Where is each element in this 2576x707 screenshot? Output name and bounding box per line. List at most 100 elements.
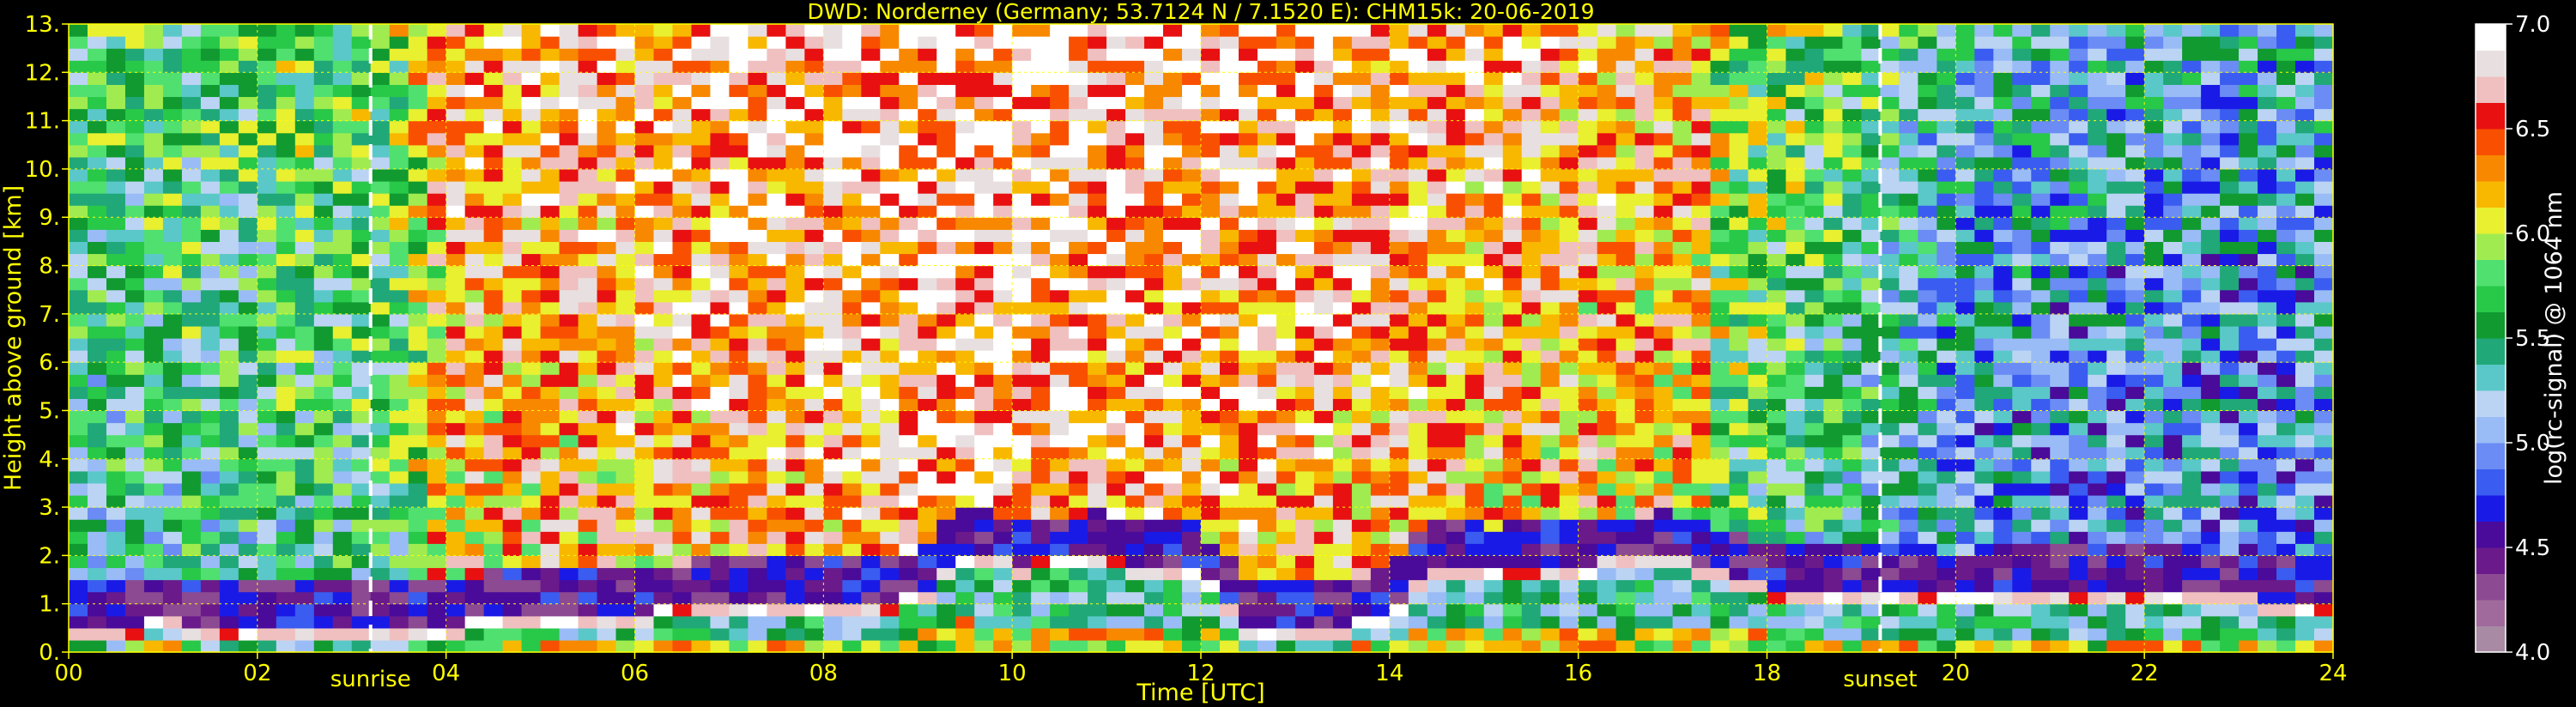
- heatmap-cell: [200, 229, 221, 242]
- heatmap-cell: [219, 277, 239, 291]
- heatmap-cell: [899, 434, 918, 448]
- heatmap-cell: [1427, 482, 1447, 496]
- heatmap-cell: [1615, 301, 1636, 315]
- heatmap-cell: [1785, 362, 1806, 375]
- heatmap-cell: [1521, 434, 1542, 448]
- heatmap-cell: [1370, 301, 1391, 315]
- heatmap-cell: [200, 289, 221, 303]
- heatmap-cell: [767, 289, 786, 303]
- heatmap-cell: [427, 446, 447, 460]
- heatmap-cell: [1050, 313, 1070, 327]
- heatmap-cell: [143, 120, 164, 134]
- heatmap-cell: [389, 470, 409, 484]
- heatmap-cell: [1238, 591, 1258, 605]
- heatmap-cell: [483, 543, 504, 556]
- heatmap-cell: [1578, 458, 1598, 472]
- heatmap-cell: [464, 144, 485, 158]
- heatmap-cell: [1201, 482, 1221, 496]
- heatmap-cell: [294, 567, 315, 581]
- heatmap-cell: [1615, 338, 1636, 351]
- heatmap-cell: [1069, 132, 1088, 146]
- heatmap-cell: [1785, 350, 1806, 363]
- heatmap-cell: [748, 410, 767, 424]
- heatmap-cell: [993, 313, 1013, 327]
- heatmap-cell: [69, 482, 88, 496]
- heatmap-cell: [502, 24, 523, 37]
- heatmap-cell: [1389, 434, 1409, 448]
- heatmap-cell: [181, 470, 202, 484]
- heatmap-cell: [445, 543, 466, 556]
- heatmap-cell: [1238, 241, 1258, 255]
- heatmap-cell: [1427, 543, 1447, 556]
- heatmap-cell: [1804, 132, 1825, 146]
- heatmap-cell: [313, 205, 334, 218]
- heatmap-cell: [69, 410, 88, 424]
- heatmap-cell: [332, 132, 353, 146]
- heatmap-cell: [918, 325, 937, 339]
- heatmap-cell: [1370, 603, 1391, 617]
- heatmap-cell: [1729, 36, 1749, 49]
- heatmap-cell: [1144, 229, 1164, 242]
- heatmap-cell: [710, 627, 730, 641]
- heatmap-cell: [540, 301, 561, 315]
- heatmap-cell: [1313, 60, 1334, 73]
- heatmap-cell: [1691, 36, 1712, 49]
- heatmap-cell: [1201, 48, 1221, 61]
- heatmap-cell: [332, 543, 353, 556]
- heatmap-cell: [653, 470, 674, 484]
- heatmap-cell: [408, 96, 428, 110]
- heatmap-cell: [918, 567, 937, 581]
- heatmap-cell: [1313, 253, 1334, 267]
- heatmap-cell: [936, 410, 956, 424]
- heatmap-cell: [1710, 350, 1730, 363]
- heatmap-cell: [1578, 277, 1598, 291]
- heatmap-cell: [653, 422, 674, 436]
- heatmap-cell: [1502, 567, 1523, 581]
- heatmap-cell: [521, 217, 542, 230]
- heatmap-cell: [955, 603, 975, 617]
- heatmap-cell: [106, 241, 126, 255]
- heatmap-cell: [842, 181, 862, 194]
- heatmap-cell: [540, 120, 561, 134]
- heatmap-cell: [1219, 156, 1240, 170]
- heatmap-cell: [1427, 627, 1447, 641]
- heatmap-cell: [804, 567, 824, 581]
- heatmap-cell: [1634, 374, 1655, 387]
- heatmap-cell: [785, 531, 805, 544]
- heatmap-cell: [1050, 519, 1070, 532]
- heatmap-cell: [1578, 325, 1598, 339]
- heatmap-cell: [1257, 338, 1277, 351]
- heatmap-cell: [1144, 132, 1164, 146]
- heatmap-cell: [1257, 132, 1277, 146]
- heatmap-cell: [1483, 168, 1504, 182]
- heatmap-cell: [842, 156, 862, 170]
- heatmap-cell: [1502, 422, 1523, 436]
- heatmap-cell: [615, 241, 636, 255]
- heatmap-cell: [1483, 205, 1504, 218]
- heatmap-cell: [842, 615, 862, 629]
- heatmap-cell: [1521, 446, 1542, 460]
- heatmap-cell: [1238, 555, 1258, 569]
- heatmap-cell: [162, 156, 183, 170]
- heatmap-cell: [1521, 265, 1542, 279]
- heatmap-cell: [1672, 603, 1693, 617]
- heatmap-cell: [880, 362, 900, 375]
- heatmap-cell: [1748, 495, 1768, 508]
- heatmap-cell: [559, 289, 579, 303]
- heatmap-cell: [653, 398, 674, 412]
- heatmap-cell: [1106, 301, 1126, 315]
- heatmap-cell: [597, 313, 617, 327]
- heatmap-cell: [464, 567, 485, 581]
- heatmap-cell: [899, 181, 918, 194]
- heatmap-cell: [521, 543, 542, 556]
- heatmap-cell: [710, 48, 730, 61]
- heatmap-cell: [578, 72, 598, 85]
- heatmap-cell: [1464, 531, 1485, 544]
- heatmap-cell: [597, 531, 617, 544]
- heatmap-cell: [370, 567, 391, 581]
- heatmap-cell: [710, 495, 730, 508]
- heatmap-cell: [87, 325, 107, 339]
- heatmap-cell: [1502, 253, 1523, 267]
- heatmap-cell: [1351, 24, 1372, 37]
- heatmap-cell: [1767, 289, 1787, 303]
